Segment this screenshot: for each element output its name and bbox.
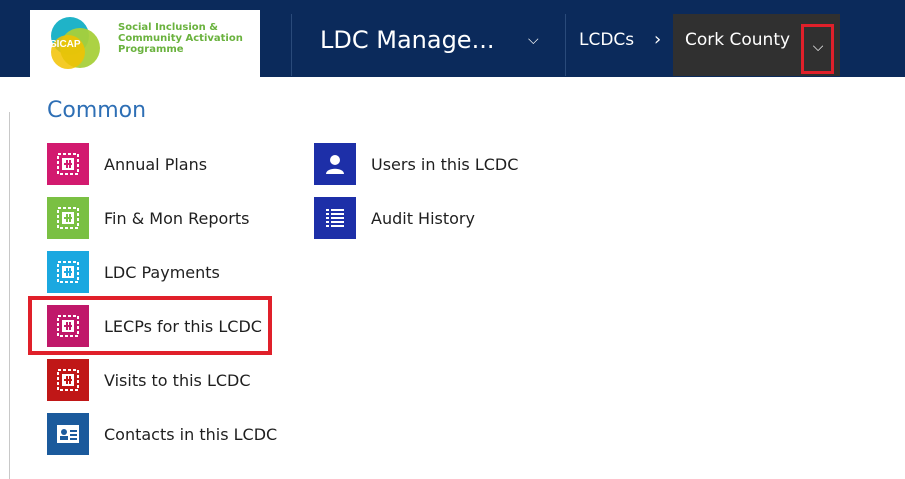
puzzle-icon xyxy=(47,251,89,293)
menu-item-label: Audit History xyxy=(371,208,475,228)
breadcrumb-cork-county[interactable]: Cork County xyxy=(685,0,790,77)
lecps-highlight-box xyxy=(28,296,272,355)
menu-item-ldc-payments[interactable]: LDC Payments xyxy=(47,251,220,293)
puzzle-icon xyxy=(47,197,89,239)
logo-badge-text: SICAP xyxy=(50,39,81,50)
app-title[interactable]: LDC Manage... xyxy=(320,0,494,77)
nav-divider xyxy=(291,14,292,76)
menu-item-label: Contacts in this LCDC xyxy=(104,424,278,444)
menu-item-label: Fin & Mon Reports xyxy=(104,208,250,228)
logo-text: Social Inclusion & Community Activation … xyxy=(118,22,243,55)
menu-item-label: Visits to this LCDC xyxy=(104,370,251,390)
breadcrumb-chevron-right-icon: › xyxy=(654,29,662,50)
puzzle-icon xyxy=(47,359,89,401)
list-icon xyxy=(314,197,356,239)
menu-item-label: LDC Payments xyxy=(104,262,220,282)
menu-item-annual-plans[interactable]: Annual Plans xyxy=(47,143,207,185)
contact-card-icon xyxy=(47,413,89,455)
menu-item-label: Users in this LCDC xyxy=(371,154,519,174)
menu-item-visits[interactable]: Visits to this LCDC xyxy=(47,359,251,401)
breadcrumb-lcdcs[interactable]: LCDCs xyxy=(579,0,634,77)
app-title-chevron-down-icon[interactable]: ⌵ xyxy=(528,0,539,77)
menu-item-audit-history[interactable]: Audit History xyxy=(314,197,475,239)
sicap-logo[interactable]: SICAP Social Inclusion & Community Activ… xyxy=(30,10,260,77)
menu-item-fin-mon-reports[interactable]: Fin & Mon Reports xyxy=(47,197,249,239)
puzzle-icon xyxy=(47,143,89,185)
menu-item-users[interactable]: Users in this LCDC xyxy=(314,143,518,185)
dropdown-highlight-box xyxy=(801,24,834,74)
menu-item-label: Annual Plans xyxy=(104,154,208,174)
sicap-logo-circles-icon: SICAP xyxy=(50,17,100,69)
menu-item-contacts[interactable]: Contacts in this LCDC xyxy=(47,413,277,455)
left-border xyxy=(9,112,10,479)
user-icon xyxy=(314,143,356,185)
section-title-common: Common xyxy=(47,98,147,123)
nav-divider xyxy=(565,14,566,76)
